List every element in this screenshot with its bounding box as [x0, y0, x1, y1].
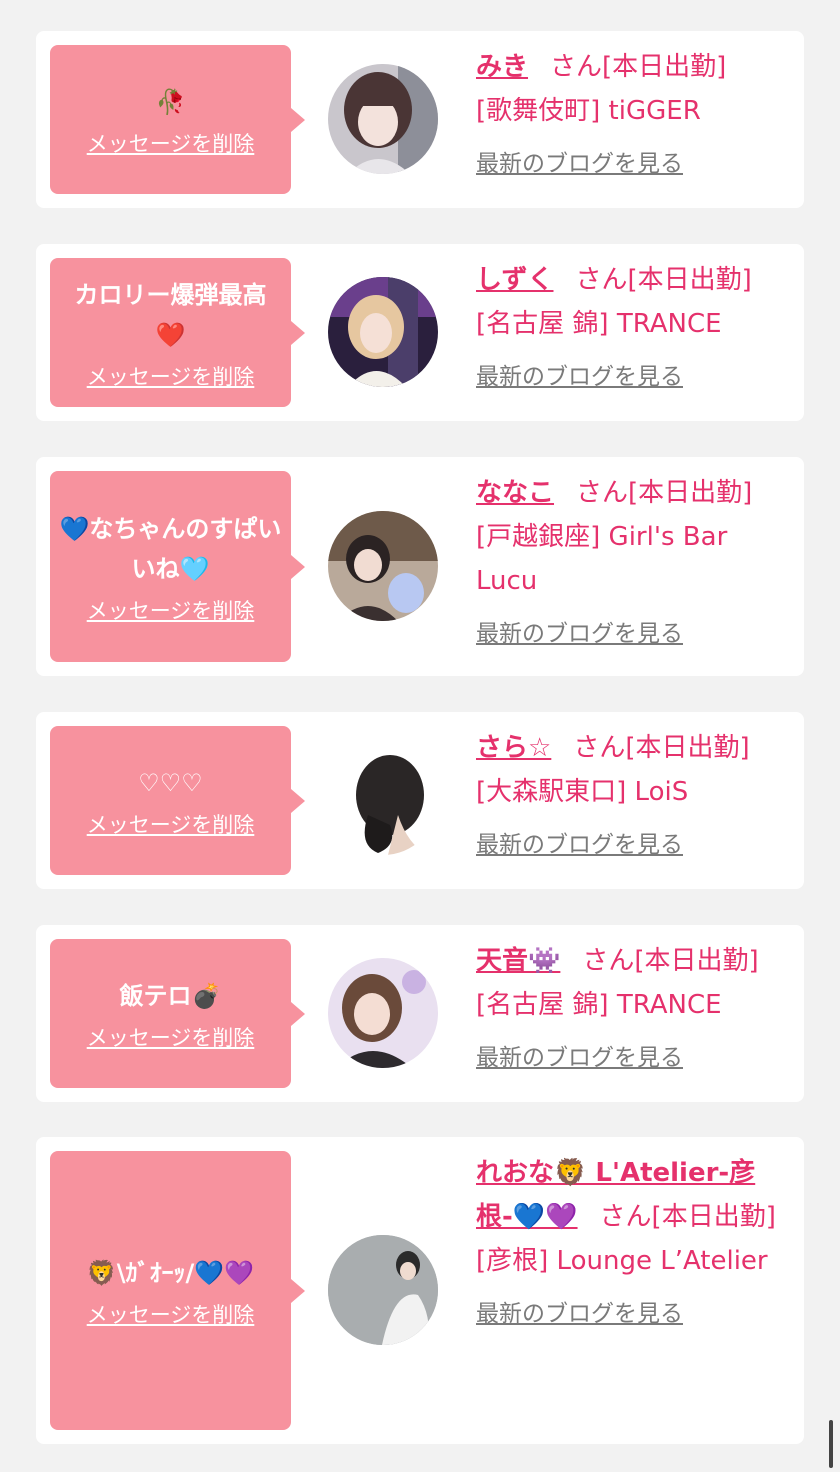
message-bubble: 🥀 メッセージを削除: [50, 45, 305, 194]
message-text: 💙なちゃんのすぱいいね🩵: [59, 514, 282, 583]
message-bubble: カロリー爆弾最高❤️ メッセージを削除: [50, 258, 305, 407]
cast-info: ななこ さん[本日出勤] [戸越銀座] Girl's Bar Lucu 最新のブロ…: [476, 471, 790, 651]
cast-name-link[interactable]: みき: [476, 52, 528, 82]
delete-message-link[interactable]: メッセージを削除: [87, 1022, 255, 1052]
view-blog-link[interactable]: 最新のブログを見る: [476, 147, 790, 181]
avatar[interactable]: [328, 1235, 438, 1345]
message-card: 🥀 メッセージを削除 みき さん[本日出勤] [歌舞伎町] tiGGER 最新のブ…: [36, 31, 804, 208]
view-blog-link[interactable]: 最新のブログを見る: [476, 360, 790, 394]
avatar[interactable]: [328, 64, 438, 174]
message-card: 🦁\ｶﾞｵｰｯ/💙💜 メッセージを削除 れおな🦁 L'Atelier-彦根-💙💜…: [36, 1137, 804, 1444]
message-text: 飯テロ💣: [119, 981, 222, 1010]
avatar[interactable]: [328, 511, 438, 621]
cast-name-link[interactable]: ななこ: [476, 478, 554, 508]
avatar[interactable]: [328, 277, 438, 387]
cast-name-link[interactable]: 天音👾: [476, 946, 560, 976]
cast-name-link[interactable]: しずく: [476, 265, 553, 295]
cast-status: さん[本日出勤]: [575, 265, 752, 295]
cast-info: さら☆ さん[本日出勤] [大森駅東口] LoiS 最新のブログを見る: [476, 726, 790, 862]
message-text: カロリー爆弾最高❤️: [74, 280, 267, 349]
message-text: 🥀: [155, 87, 186, 116]
shop-name: [歌舞伎町] tiGGER: [476, 96, 701, 126]
message-card: カロリー爆弾最高❤️ メッセージを削除 しずく さん[本日出勤] [名古屋 錦] …: [36, 244, 804, 421]
avatar[interactable]: [328, 745, 438, 855]
view-blog-link[interactable]: 最新のブログを見る: [476, 1041, 790, 1075]
message-text: ♡♡♡: [138, 768, 203, 797]
cast-status: さん[本日出勤]: [576, 478, 753, 508]
avatar[interactable]: [328, 958, 438, 1068]
cast-status: さん[本日出勤]: [550, 52, 727, 82]
message-bubble: 飯テロ💣 メッセージを削除: [50, 939, 305, 1088]
delete-message-link[interactable]: メッセージを削除: [87, 361, 255, 391]
scrollbar[interactable]: [829, 1420, 833, 1468]
cast-info: 天音👾 さん[本日出勤] [名古屋 錦] TRANCE 最新のブログを見る: [476, 939, 790, 1075]
cast-status: さん[本日出勤]: [599, 1202, 776, 1232]
delete-message-link[interactable]: メッセージを削除: [87, 128, 255, 158]
cast-info: れおな🦁 L'Atelier-彦根-💙💜 さん[本日出勤] [彦根] Lounge…: [476, 1151, 790, 1331]
message-text: 🦁\ｶﾞｵｰｯ/💙💜: [86, 1258, 255, 1287]
view-blog-link[interactable]: 最新のブログを見る: [476, 617, 790, 651]
cast-name-link[interactable]: さら☆: [476, 733, 551, 763]
cast-info: みき さん[本日出勤] [歌舞伎町] tiGGER 最新のブログを見る: [476, 45, 790, 181]
delete-message-link[interactable]: メッセージを削除: [87, 809, 255, 839]
view-blog-link[interactable]: 最新のブログを見る: [476, 828, 790, 862]
delete-message-link[interactable]: メッセージを削除: [87, 595, 255, 625]
message-card: 💙なちゃんのすぱいいね🩵 メッセージを削除 ななこ さん[本日出勤] [戸越銀座]…: [36, 457, 804, 676]
message-bubble: 💙なちゃんのすぱいいね🩵 メッセージを削除: [50, 471, 305, 662]
cast-info: しずく さん[本日出勤] [名古屋 錦] TRANCE 最新のブログを見る: [476, 258, 790, 394]
delete-message-link[interactable]: メッセージを削除: [87, 1299, 255, 1329]
message-bubble: ♡♡♡ メッセージを削除: [50, 726, 305, 875]
view-blog-link[interactable]: 最新のブログを見る: [476, 1297, 790, 1331]
cast-status: さん[本日出勤]: [573, 733, 750, 763]
shop-name: [戸越銀座] Girl's Bar Lucu: [476, 522, 728, 596]
shop-name: [名古屋 錦] TRANCE: [476, 990, 722, 1020]
message-card: 飯テロ💣 メッセージを削除 天音👾 さん[本日出勤] [名古屋 錦] TRANCE…: [36, 925, 804, 1102]
message-bubble: 🦁\ｶﾞｵｰｯ/💙💜 メッセージを削除: [50, 1151, 305, 1430]
shop-name: [彦根] Lounge L’Atelier: [476, 1246, 768, 1276]
shop-name: [大森駅東口] LoiS: [476, 777, 689, 807]
cast-status: さん[本日出勤]: [582, 946, 759, 976]
shop-name: [名古屋 錦] TRANCE: [476, 309, 722, 339]
message-card: ♡♡♡ メッセージを削除 さら☆ さん[本日出勤] [大森駅東口] LoiS 最新…: [36, 712, 804, 889]
